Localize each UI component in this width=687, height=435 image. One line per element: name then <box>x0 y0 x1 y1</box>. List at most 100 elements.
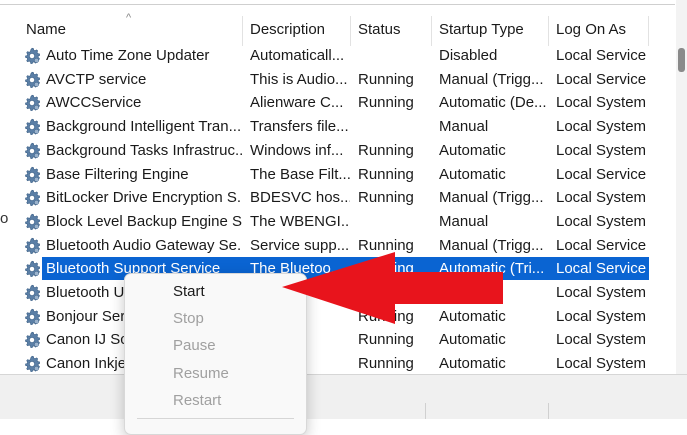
service-description: Transfers file... <box>250 118 349 135</box>
service-name: Base Filtering Engine <box>46 166 189 183</box>
service-gear-icon <box>22 188 42 208</box>
service-status: Running <box>358 94 414 111</box>
vertical-scrollbar[interactable] <box>676 0 687 418</box>
service-log-on-as: Local Service <box>556 166 647 183</box>
menu-item-resume: Resume <box>173 365 229 382</box>
service-log-on-as: Local Service <box>556 47 647 64</box>
column-header-row: ^ Name Description Status Startup Type L… <box>0 12 676 48</box>
service-status <box>358 44 434 67</box>
column-header-startup-type[interactable]: Startup Type <box>433 14 549 48</box>
service-log-on-as: Local Service <box>556 260 647 277</box>
service-row[interactable]: AWCCService Alienware C... Running Automati… <box>0 91 650 114</box>
service-description: Alienware C... <box>250 94 344 111</box>
column-header-name[interactable]: Name <box>20 14 242 48</box>
service-startup-type: ...igg... <box>439 284 485 301</box>
service-gear-icon <box>22 46 42 66</box>
service-row[interactable]: Block Level Backup Engine S... The WBENGI… <box>0 210 650 233</box>
service-name: Block Level Backup Engine S... <box>46 213 242 230</box>
service-startup-type: Disabled <box>439 47 498 64</box>
service-status: Running <box>358 71 414 88</box>
service-gear-icon <box>22 141 42 161</box>
service-status: Running <box>358 189 414 206</box>
column-separator[interactable] <box>548 16 549 46</box>
service-startup-type: Manual (Trigg... <box>439 237 544 254</box>
top-divider <box>0 4 675 5</box>
service-startup-type: Automatic <box>439 308 506 325</box>
service-startup-type: Automatic <box>439 142 506 159</box>
service-name: Background Intelligent Tran... <box>46 118 242 135</box>
tab-divider <box>425 403 426 419</box>
service-log-on-as: Local System <box>556 308 647 325</box>
context-menu: Start Stop Pause Resume Restart <box>124 273 307 435</box>
bottom-tab-bar <box>0 374 687 419</box>
service-log-on-as: Local System <box>556 284 647 301</box>
service-log-on-as: Local System <box>556 331 647 348</box>
service-description: BDESVC hos... <box>250 189 350 206</box>
service-row[interactable]: Canon Inkje......og...RunningAutomaticLo… <box>0 352 650 375</box>
service-row[interactable]: Bluetooth U... ...igg... Local System <box>0 281 650 304</box>
column-separator[interactable] <box>431 16 432 46</box>
service-name: AWCCService <box>46 94 142 111</box>
service-status: Running <box>358 237 414 254</box>
service-row[interactable]: Background Tasks Infrastruc... Windows in… <box>0 139 650 162</box>
service-row[interactable]: Background Intelligent Tran... Transfers … <box>0 115 650 138</box>
service-gear-icon <box>22 354 42 374</box>
service-gear-icon <box>22 165 42 185</box>
service-row[interactable]: AVCTP service This is Audio... Running Manu… <box>0 68 650 91</box>
service-row[interactable]: Bonjour Serv......ar...RunningAutomaticL… <box>0 305 650 328</box>
service-status <box>358 281 434 304</box>
tab-divider <box>548 403 549 419</box>
service-startup-type: Manual (Trigg... <box>439 189 544 206</box>
service-startup-type: Automatic (Tri... <box>439 260 545 277</box>
service-log-on-as: Local System <box>556 142 647 159</box>
service-name: BitLocker Drive Encryption S... <box>46 189 242 206</box>
service-row[interactable]: BitLocker Drive Encryption S... BDESVC ho… <box>0 186 650 209</box>
service-gear-icon <box>22 70 42 90</box>
service-gear-icon <box>22 283 42 303</box>
service-log-on-as: Local Service <box>556 237 647 254</box>
service-log-on-as: Local System <box>556 118 647 135</box>
service-gear-icon <box>22 330 42 350</box>
service-row[interactable]: Base Filtering Engine The Base Filt... Run… <box>0 163 650 186</box>
service-status: Running <box>358 331 414 348</box>
service-description: The WBENGI... <box>250 213 350 230</box>
column-header-log-on-as[interactable]: Log On As <box>550 14 650 48</box>
service-description: Automaticall... <box>250 47 345 64</box>
service-log-on-as: Local System <box>556 94 647 111</box>
service-description: Service supp... <box>250 237 350 254</box>
service-status: Running <box>358 260 414 277</box>
service-row[interactable]: Bluetooth Audio Gateway Se... Service sup… <box>0 234 650 257</box>
column-separator[interactable] <box>350 16 351 46</box>
service-gear-icon <box>22 259 42 279</box>
menu-separator <box>137 418 294 419</box>
service-status <box>358 115 434 138</box>
service-log-on-as: Local System <box>556 189 647 206</box>
service-startup-type: Automatic <box>439 166 506 183</box>
service-gear-icon <box>22 93 42 113</box>
menu-item-start[interactable]: Start <box>125 278 306 305</box>
service-log-on-as: Local System <box>556 213 647 230</box>
service-status: Running <box>358 166 414 183</box>
service-row[interactable]: Auto Time Zone Updater Automaticall... Dis… <box>0 44 650 67</box>
column-separator[interactable] <box>648 16 649 46</box>
service-name: AVCTP service <box>46 71 147 88</box>
service-description: Windows inf... <box>250 142 344 159</box>
scrollbar-thumb[interactable] <box>678 48 685 72</box>
menu-item-restart: Restart <box>173 392 222 409</box>
service-row[interactable]: Bluetooth Support Service The Bluetoo... R… <box>0 257 650 280</box>
column-separator[interactable] <box>242 16 243 46</box>
service-log-on-as: Local System <box>556 355 647 372</box>
service-status: Running <box>358 142 414 159</box>
column-header-description[interactable]: Description <box>244 14 350 48</box>
column-header-status[interactable]: Status <box>352 14 432 48</box>
service-startup-type: Manual <box>439 213 489 230</box>
service-log-on-as: Local Service <box>556 71 647 88</box>
service-description: The Base Filt... <box>250 166 350 183</box>
service-row[interactable]: Canon IJ Sca......can...RunningAutomatic… <box>0 328 650 351</box>
menu-item-stop: Stop <box>173 310 204 327</box>
service-status: Running <box>358 308 414 325</box>
service-gear-icon <box>22 307 42 327</box>
service-name: Auto Time Zone Updater <box>46 47 210 64</box>
service-startup-type: Automatic <box>439 355 506 372</box>
service-gear-icon <box>22 117 42 137</box>
